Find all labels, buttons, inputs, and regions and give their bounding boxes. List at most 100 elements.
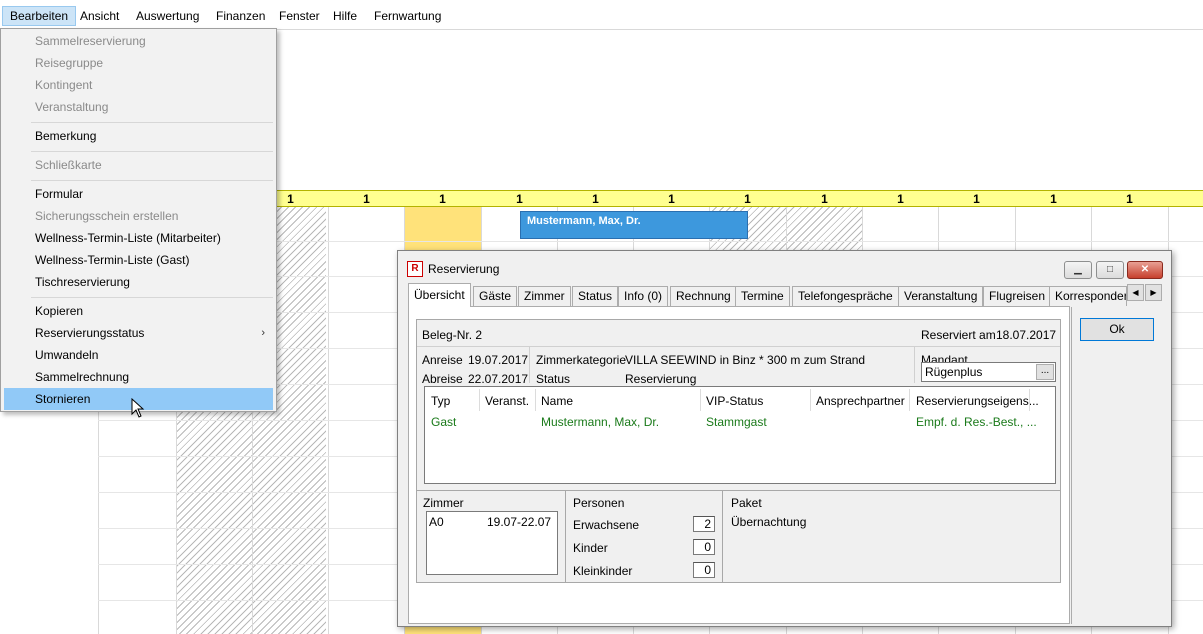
zimmerkategorie-value: VILLA SEEWIND in Binz * 300 m zum Strand — [625, 353, 866, 367]
tab-korrespondenz[interactable]: Korresponder — [1049, 286, 1127, 306]
zimmerkategorie-label: Zimmerkategorie — [536, 353, 627, 367]
tab-gaeste[interactable]: Gäste — [473, 286, 518, 306]
menu-item-umwandeln[interactable]: Umwandeln — [4, 344, 273, 366]
anreise-label: Anreise — [422, 353, 463, 367]
tab-termine[interactable]: Termine — [735, 286, 790, 306]
menu-bearbeiten[interactable]: Bearbeiten — [2, 6, 77, 26]
tab-uebersicht[interactable]: Übersicht — [408, 283, 471, 307]
mandant-value: Rügenplus — [925, 365, 983, 379]
menu-auswertung[interactable]: Auswertung — [129, 6, 206, 26]
menu-item-sicherungsschein[interactable]: Sicherungsschein erstellen — [4, 205, 273, 227]
uebersicht-panel: Beleg-Nr. 2 Reserviert am 18.07.2017 Anr… — [408, 306, 1070, 624]
tab-scroll-right-icon[interactable]: ▶ — [1145, 284, 1162, 301]
kinder-field[interactable]: 0 — [693, 539, 715, 555]
menu-separator — [31, 180, 273, 181]
zimmer-list[interactable]: A0 19.07-22.07 — [426, 511, 558, 575]
reserviert-date: 18.07.2017 — [996, 328, 1057, 342]
app-icon: R — [407, 261, 423, 277]
kleinkinder-label: Kleinkinder — [573, 564, 633, 578]
beleg-nr: Beleg-Nr. 2 — [422, 328, 483, 342]
menu-separator — [31, 297, 273, 298]
day-count: 1 — [1126, 192, 1133, 206]
zimmer-dates: 19.07-22.07 — [487, 515, 552, 529]
day-count: 1 — [821, 192, 828, 206]
menu-fenster[interactable]: Fenster — [272, 6, 327, 26]
col-header-ansprechpartner[interactable]: Ansprechpartner — [816, 394, 905, 408]
tab-info[interactable]: Info (0) — [618, 286, 669, 306]
menu-separator — [31, 151, 273, 152]
booking-bar[interactable]: Mustermann, Max, Dr. — [520, 211, 748, 239]
kleinkinder-field[interactable]: 0 — [693, 562, 715, 578]
menu-item-veranstaltung[interactable]: Veranstaltung — [4, 96, 273, 118]
day-count: 1 — [744, 192, 751, 206]
abreise-label: Abreise — [422, 372, 463, 386]
tab-veranstaltung[interactable]: Veranstaltung — [898, 286, 984, 306]
tab-zimmer[interactable]: Zimmer — [518, 286, 571, 306]
abreise-value: 22.07.2017 — [468, 372, 529, 386]
day-count: 1 — [973, 192, 980, 206]
mandant-browse-button[interactable]: ... — [1036, 364, 1054, 380]
menu-item-bemerkung[interactable]: Bemerkung — [4, 125, 273, 147]
col-header-veranst[interactable]: Veranst. — [485, 394, 529, 408]
overview-group: Beleg-Nr. 2 Reserviert am 18.07.2017 Anr… — [416, 319, 1061, 583]
col-header-name[interactable]: Name — [541, 394, 573, 408]
tab-status[interactable]: Status — [572, 286, 619, 306]
menu-finanzen[interactable]: Finanzen — [209, 6, 272, 26]
day-count: 1 — [516, 192, 523, 206]
day-count: 1 — [363, 192, 370, 206]
col-header-typ[interactable]: Typ — [431, 394, 450, 408]
col-header-reservierungseigenschaften[interactable]: Reservierungseigens... — [916, 394, 1039, 408]
erwachsene-field[interactable]: 2 — [693, 516, 715, 532]
anreise-value: 19.07.2017 — [468, 353, 529, 367]
menu-hilfe[interactable]: Hilfe — [326, 6, 364, 26]
erwachsene-label: Erwachsene — [573, 518, 640, 532]
menu-ansicht[interactable]: Ansicht — [73, 6, 126, 26]
ok-button[interactable]: Ok — [1080, 318, 1154, 341]
menu-item-sammelrechnung[interactable]: Sammelrechnung — [4, 366, 273, 388]
menu-fernwartung[interactable]: Fernwartung — [367, 6, 448, 26]
kinder-label: Kinder — [573, 541, 608, 555]
tab-rechnung[interactable]: Rechnung — [670, 286, 737, 306]
status-value: Reservierung — [625, 372, 697, 386]
col-header-vip-status[interactable]: VIP-Status — [706, 394, 763, 408]
personen-label: Personen — [573, 496, 625, 510]
menu-item-reisegruppe[interactable]: Reisegruppe — [4, 52, 273, 74]
guest-table: Typ Veranst. Name VIP-Status Ansprechpar… — [424, 386, 1056, 484]
submenu-arrow-icon: › — [261, 327, 265, 339]
dialog-button-panel — [1071, 307, 1165, 624]
cell-vip-status: Stammgast — [706, 415, 767, 429]
menu-item-wellness-mitarbeiter[interactable]: Wellness-Termin-Liste (Mitarbeiter) — [4, 227, 273, 249]
dialog-tabs: Übersicht Gäste Zimmer Status Info (0) R… — [408, 283, 1163, 307]
tab-scroll-left-icon[interactable]: ◀ — [1127, 284, 1144, 301]
mandant-field[interactable]: Rügenplus ... — [921, 362, 1056, 382]
paket-label: Paket — [731, 496, 762, 510]
zimmer-room: A0 — [429, 515, 444, 529]
close-button[interactable]: ✕ — [1127, 261, 1163, 279]
cell-name: Mustermann, Max, Dr. — [541, 415, 660, 429]
reserviert-label: Reserviert am — [921, 328, 996, 342]
maximize-button[interactable]: □ — [1096, 261, 1124, 279]
menu-item-reservierungsstatus[interactable]: Reservierungsstatus › — [4, 322, 273, 344]
day-count: 1 — [592, 192, 599, 206]
tab-telefongespraeche[interactable]: Telefongespräche — [792, 286, 899, 306]
menu-item-kopieren[interactable]: Kopieren — [4, 300, 273, 322]
menu-item-wellness-gast[interactable]: Wellness-Termin-Liste (Gast) — [4, 249, 273, 271]
menu-item-kontingent[interactable]: Kontingent — [4, 74, 273, 96]
tab-flugreisen[interactable]: Flugreisen — [983, 286, 1052, 306]
day-count: 1 — [897, 192, 904, 206]
menu-item-label: Reservierungsstatus — [35, 326, 145, 340]
reservierung-dialog: R Reservierung ▁ □ ✕ Übersicht Gäste Zim… — [397, 250, 1172, 627]
cell-typ: Gast — [431, 415, 457, 429]
cell-reservierungseigenschaften: Empf. d. Res.-Best., ... — [916, 415, 1037, 429]
minimize-button[interactable]: ▁ — [1064, 261, 1092, 279]
dialog-titlebar[interactable]: R Reservierung ▁ □ ✕ — [398, 251, 1171, 281]
menu-item-formular[interactable]: Formular — [4, 183, 273, 205]
paket-value: Übernachtung — [731, 515, 807, 529]
bearbeiten-dropdown: Sammelreservierung Reisegruppe Kontingen… — [0, 28, 277, 412]
menu-item-schliesskarte[interactable]: Schließkarte — [4, 154, 273, 176]
zimmer-label: Zimmer — [423, 496, 464, 510]
day-count: 1 — [1050, 192, 1057, 206]
menu-item-tischreservierung[interactable]: Tischreservierung — [4, 271, 273, 293]
menu-item-sammelreservierung[interactable]: Sammelreservierung — [4, 30, 273, 52]
day-count: 1 — [439, 192, 446, 206]
